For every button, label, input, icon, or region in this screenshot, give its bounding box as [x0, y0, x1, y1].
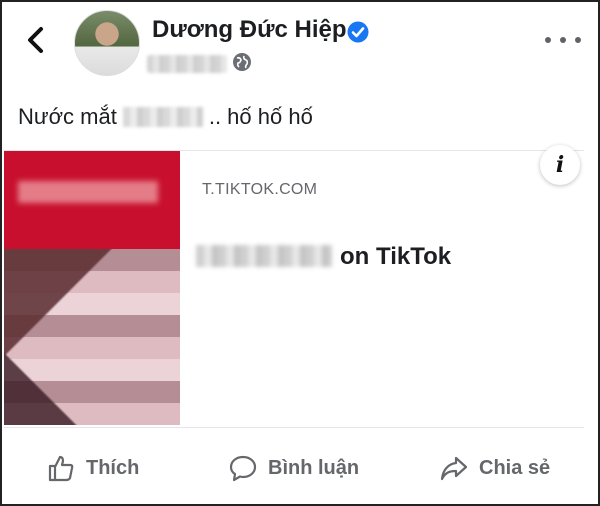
- share-label: Chia sẻ: [479, 456, 551, 479]
- link-title[interactable]: on TikTok: [196, 243, 451, 271]
- globe-icon: [233, 53, 251, 71]
- thumbnail-pixelated-image: [4, 249, 180, 425]
- comment-icon: [229, 455, 257, 482]
- like-icon: [48, 455, 74, 482]
- post-timestamp-redacted: [147, 55, 227, 73]
- link-preview-card[interactable]: i T.TIKTOK.COM on TikTok: [4, 145, 584, 428]
- redacted-username: [196, 245, 332, 267]
- comment-button[interactable]: Bình luận: [228, 452, 359, 484]
- post-action-bar: Thích Bình luận Chia sẻ: [0, 440, 600, 500]
- link-thumbnail[interactable]: [4, 151, 180, 425]
- post-text-start: Nước mắt: [18, 104, 117, 129]
- more-options-button[interactable]: [545, 28, 581, 52]
- back-arrow-icon: [28, 27, 43, 53]
- author-name[interactable]: Dương Đức Hiệp: [152, 16, 347, 44]
- back-button[interactable]: [22, 24, 50, 56]
- info-icon[interactable]: i: [540, 145, 580, 185]
- thumbnail-redacted-text: [18, 181, 158, 203]
- comment-label: Bình luận: [268, 456, 360, 479]
- post-text-end: .. hố hố hố: [208, 104, 313, 129]
- like-label: Thích: [86, 456, 140, 479]
- like-button[interactable]: Thích: [46, 452, 139, 484]
- link-domain: T.TIKTOK.COM: [202, 181, 318, 198]
- more-options-icon: [545, 37, 551, 43]
- more-options-icon: [575, 37, 581, 43]
- share-button[interactable]: Chia sẻ: [439, 452, 550, 484]
- more-options-icon: [560, 37, 566, 43]
- post-text: Nước mắt .. hố hố hố: [18, 104, 313, 130]
- redacted-text: [122, 107, 203, 127]
- link-title-suffix: on TikTok: [340, 243, 452, 270]
- author-avatar[interactable]: [74, 10, 140, 76]
- verified-badge-icon: [347, 21, 369, 43]
- share-icon: [440, 456, 468, 481]
